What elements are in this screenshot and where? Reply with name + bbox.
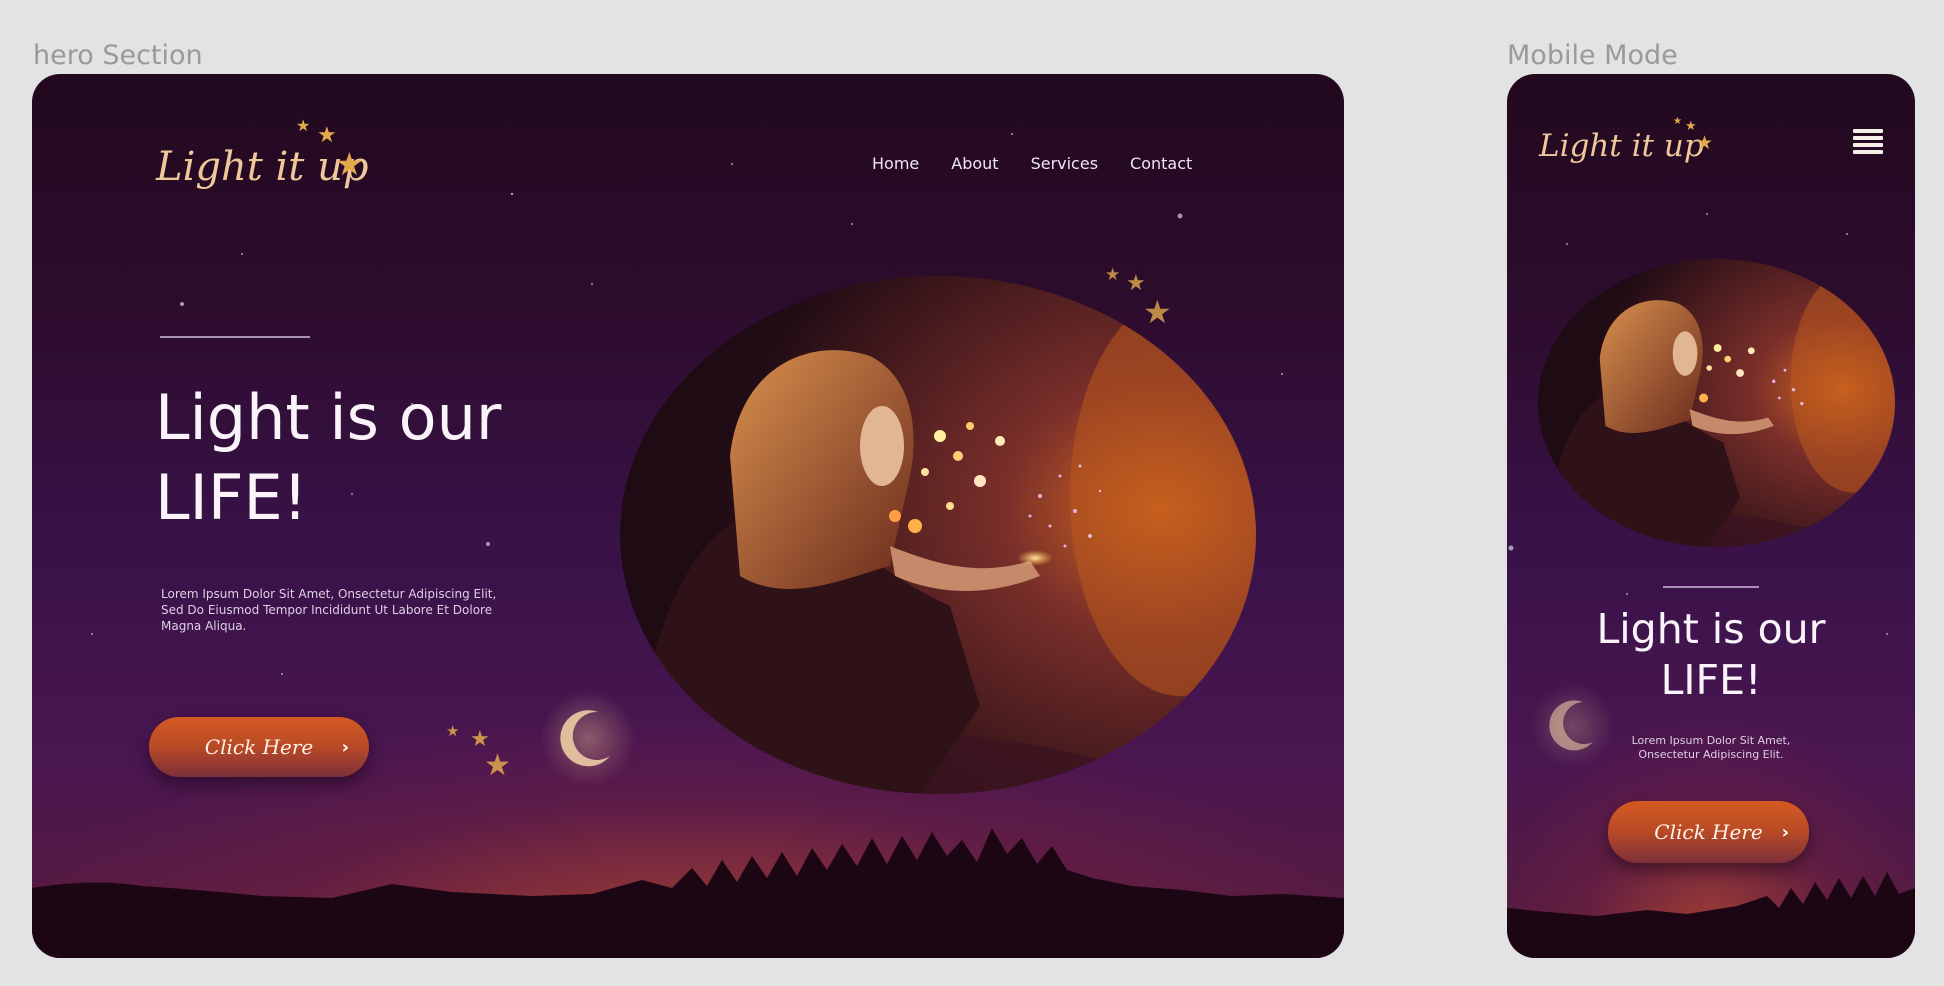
headline-line-2: LIFE!	[155, 461, 308, 534]
cta-label: Click Here	[1654, 820, 1763, 844]
hero-body-text: Lorem Ipsum Dolor Sit Amet, Onsectetur A…	[161, 587, 497, 633]
chevron-right-icon: ›	[341, 736, 349, 758]
forest-silhouette	[1507, 872, 1915, 958]
hero-photo-woman-blowing-lights	[1538, 259, 1895, 547]
artboard-label-mobile: Mobile Mode	[1507, 40, 1678, 71]
star-icon: ★	[1105, 265, 1121, 284]
hamburger-menu-icon[interactable]	[1853, 129, 1883, 157]
star-icon: ★	[296, 118, 311, 135]
crescent-moon-icon	[540, 690, 636, 786]
star-icon: ★	[335, 146, 364, 182]
star-icon: ★	[470, 726, 490, 751]
hero-body-text: Lorem Ipsum Dolor Sit Amet, Onsectetur A…	[1631, 734, 1791, 761]
headline-divider	[1663, 586, 1759, 588]
nav-home[interactable]: Home	[872, 154, 919, 173]
hero-section-desktop: Light it up ★ ★ ★ Home About Services Co…	[32, 74, 1344, 958]
nav-services[interactable]: Services	[1031, 154, 1098, 173]
hero-section-mobile: Light it up ★ ★ ★ Light is our LIFE! Lor…	[1507, 74, 1915, 958]
star-icon: ★	[1143, 294, 1172, 330]
star-icon: ★	[1696, 133, 1714, 154]
nav-contact[interactable]: Contact	[1130, 154, 1192, 173]
nav-about[interactable]: About	[951, 154, 998, 173]
star-icon: ★	[446, 723, 460, 740]
star-icon: ★	[317, 122, 337, 147]
headline-divider	[160, 336, 310, 338]
main-nav: Home About Services Contact	[872, 154, 1192, 173]
headline-line-1: Light is our	[1596, 605, 1826, 653]
headline-line-1: Light is our	[155, 381, 502, 454]
click-here-button[interactable]: Click Here ›	[149, 717, 369, 777]
star-icon: ★	[1685, 118, 1697, 133]
cta-label: Click Here	[204, 735, 314, 759]
hero-headline: Light is our LIFE!	[155, 378, 635, 538]
headline-line-2: LIFE!	[1660, 656, 1762, 704]
forest-silhouette	[32, 828, 1344, 958]
star-icon: ★	[1126, 270, 1146, 295]
crescent-moon-icon	[1531, 684, 1615, 768]
star-icon: ★	[484, 749, 511, 782]
hero-photo-woman-blowing-lights	[620, 276, 1256, 794]
design-canvas: hero Section Mobile Mode Light it up ★ ★…	[0, 0, 1944, 986]
artboard-label-hero: hero Section	[33, 40, 203, 71]
star-icon: ★	[1673, 116, 1682, 127]
brand-logo[interactable]: Light it up	[1539, 128, 1704, 164]
chevron-right-icon: ›	[1781, 821, 1789, 843]
